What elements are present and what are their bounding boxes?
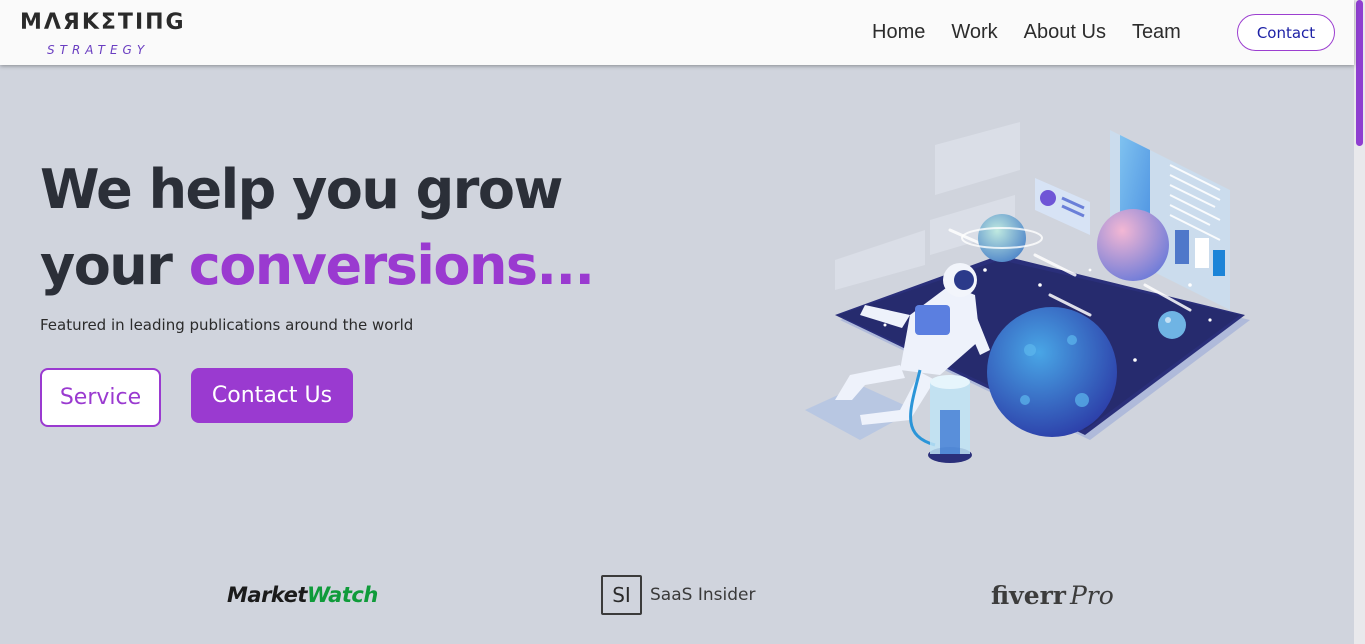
nav-link-team[interactable]: Team <box>1132 21 1181 44</box>
fiverr-pro-text: Pro <box>1069 580 1114 610</box>
hero-title-prefix: your <box>40 234 189 297</box>
logo-main-text: ΜΛЯΚΣΤΙΠG <box>20 10 186 35</box>
hero-title-accent: conversions... <box>188 234 595 297</box>
fiverr-text: fiverr <box>991 580 1066 610</box>
marketwatch-logo: Market Watch <box>227 570 378 620</box>
nav-link-work[interactable]: Work <box>951 21 997 44</box>
navbar: ΜΛЯΚΣΤΙΠG STRATEGY Home Work About Us Te… <box>0 0 1354 65</box>
saas-insider-text: SaaS Insider <box>650 585 756 605</box>
hero-title: We help you grow your conversions... <box>40 152 595 304</box>
astronaut-illustration <box>805 122 1250 463</box>
cylinder <box>928 375 972 463</box>
marketwatch-part1: Market <box>227 583 307 607</box>
nav-contact-button[interactable]: Contact <box>1237 14 1335 51</box>
nav-links: Home Work About Us Team <box>872 19 1207 45</box>
pink-planet <box>1097 209 1169 281</box>
big-planet <box>987 307 1117 437</box>
contact-us-button[interactable]: Contact Us <box>191 368 353 423</box>
logo[interactable]: ΜΛЯΚΣΤΙΠG STRATEGY <box>20 10 190 62</box>
saas-insider-logo: SI SaaS Insider <box>601 570 755 620</box>
hero-title-line2: your conversions... <box>40 228 595 304</box>
nav-link-home[interactable]: Home <box>872 21 925 44</box>
scrollbar[interactable] <box>1354 0 1365 644</box>
floating-card <box>1035 178 1090 235</box>
logo-sub-text: STRATEGY <box>47 43 150 57</box>
hero-subtitle: Featured in leading publications around … <box>40 316 414 334</box>
hero-title-line1: We help you grow <box>40 158 563 221</box>
small-planet <box>1158 311 1186 339</box>
fiverr-pro-logo: fiverr Pro <box>991 570 1114 620</box>
saas-insider-box: SI <box>601 575 642 615</box>
service-button[interactable]: Service <box>40 368 161 427</box>
green-planet <box>978 214 1026 262</box>
nav-link-about-us[interactable]: About Us <box>1024 21 1106 44</box>
marketwatch-part2: Watch <box>306 583 378 607</box>
scrollbar-thumb[interactable] <box>1356 0 1363 146</box>
